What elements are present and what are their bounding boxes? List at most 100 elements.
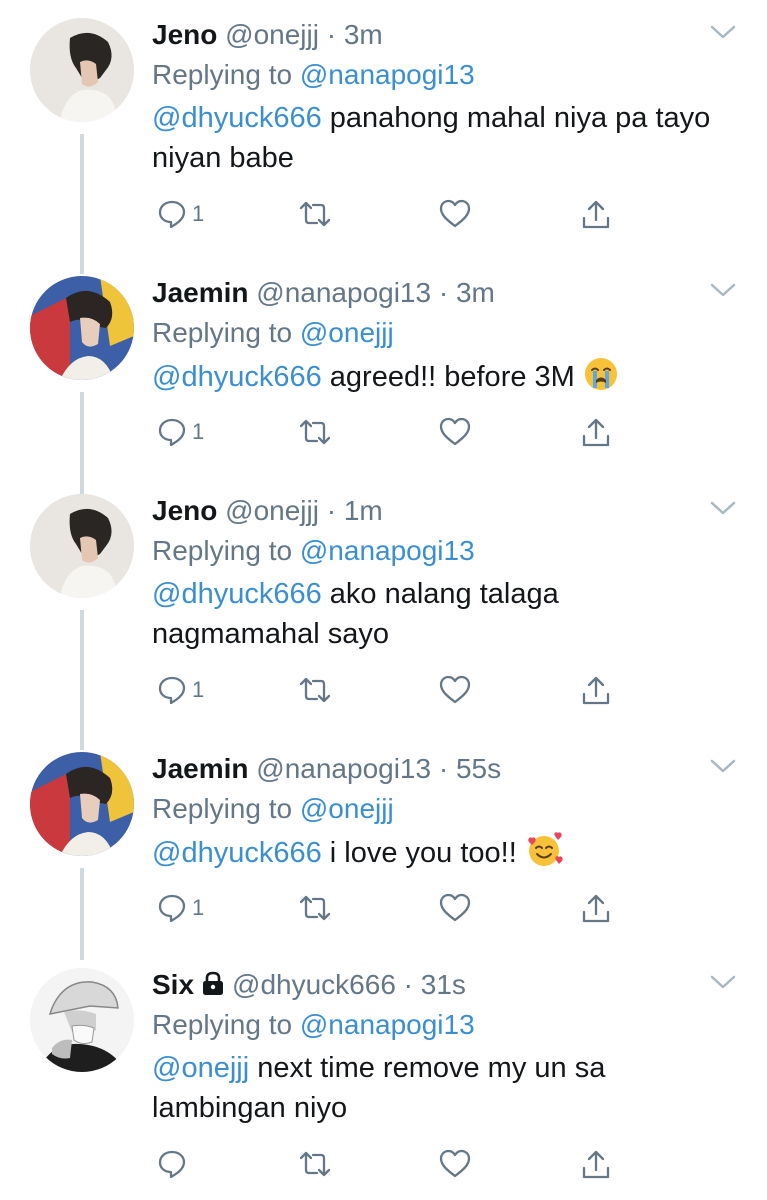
retweet-icon — [299, 201, 331, 227]
retweet-icon — [299, 895, 331, 921]
tweet-text: @dhyuck666 ako nalang talaga nagmamahal … — [152, 574, 712, 654]
reply-count: 1 — [192, 201, 205, 226]
reply-button[interactable] — [156, 1148, 188, 1180]
tweet[interactable]: Jeno @onejjj · 1m Replying to @nanapogi1… — [0, 494, 767, 750]
replying-prefix: Replying to — [152, 793, 293, 824]
tweet-text: @onejjj next time remove my un sa lambin… — [152, 1048, 712, 1128]
tweet-actions — [152, 1148, 622, 1188]
timestamp[interactable]: 3m — [456, 277, 495, 308]
retweet-button[interactable] — [297, 198, 333, 230]
tweet-header: Jaemin @nanapogi13 · 3m — [152, 276, 495, 310]
reply-button[interactable]: 1 — [156, 892, 204, 924]
thread-line — [80, 610, 84, 750]
retweet-button[interactable] — [297, 416, 333, 448]
share-button[interactable] — [580, 674, 612, 708]
reply-icon — [158, 200, 186, 229]
heart-icon — [439, 893, 471, 922]
tweet[interactable]: Jaemin @nanapogi13 · 55s Replying to @on… — [0, 752, 767, 972]
user-handle[interactable]: @onejjj — [225, 495, 319, 526]
share-button[interactable] — [580, 416, 612, 450]
heart-icon — [439, 675, 471, 704]
replying-to-link[interactable]: @nanapogi13 — [300, 1009, 475, 1040]
reply-count: 1 — [192, 895, 205, 920]
display-name[interactable]: Jeno — [152, 495, 217, 526]
tweet-actions: 1 — [152, 892, 622, 932]
reply-button[interactable]: 1 — [156, 416, 204, 448]
mention-link[interactable]: @dhyuck666 — [152, 578, 322, 610]
mention-link[interactable]: @dhyuck666 — [152, 837, 322, 869]
separator-dot: · — [431, 277, 456, 308]
retweet-button[interactable] — [297, 892, 333, 924]
avatar[interactable] — [30, 494, 134, 598]
like-button[interactable] — [438, 674, 472, 706]
reply-icon — [158, 1150, 186, 1179]
user-handle[interactable]: @onejjj — [225, 19, 319, 50]
avatar[interactable] — [30, 276, 134, 380]
replying-to: Replying to @nanapogi13 — [152, 1008, 475, 1042]
replying-to-link[interactable]: @onejjj — [300, 793, 394, 824]
retweet-icon — [299, 1151, 331, 1177]
share-button[interactable] — [580, 892, 612, 926]
display-name[interactable]: Jaemin — [152, 277, 249, 308]
thread-line — [80, 868, 84, 960]
mention-link[interactable]: @onejjj — [152, 1052, 249, 1084]
mention-link[interactable]: @dhyuck666 — [152, 361, 322, 393]
timestamp[interactable]: 55s — [456, 753, 501, 784]
replying-to-link[interactable]: @nanapogi13 — [300, 535, 475, 566]
avatar[interactable] — [30, 752, 134, 856]
chevron-down-icon[interactable] — [709, 22, 737, 42]
lock-icon — [203, 971, 224, 995]
heart-icon — [439, 199, 471, 228]
replying-to: Replying to @onejjj — [152, 316, 394, 350]
loudly-crying-face-icon — [583, 356, 619, 403]
like-button[interactable] — [438, 892, 472, 924]
share-button[interactable] — [580, 198, 612, 232]
tweet-text: @dhyuck666 agreed!! before 3M — [152, 356, 712, 403]
reply-button[interactable]: 1 — [156, 674, 204, 706]
user-handle[interactable]: @dhyuck666 — [232, 969, 396, 1000]
timestamp[interactable]: 3m — [344, 19, 383, 50]
tweet-text: @dhyuck666 i love you too!! — [152, 832, 712, 879]
tweet[interactable]: Jeno @onejjj · 3m Replying to @nanapogi1… — [0, 18, 767, 274]
chevron-down-icon[interactable] — [709, 972, 737, 992]
retweet-button[interactable] — [297, 1148, 333, 1180]
share-button[interactable] — [580, 1148, 612, 1182]
display-name[interactable]: Jeno — [152, 19, 217, 50]
chevron-down-icon[interactable] — [709, 280, 737, 300]
user-handle[interactable]: @nanapogi13 — [256, 753, 431, 784]
like-button[interactable] — [438, 198, 472, 230]
retweet-icon — [299, 419, 331, 445]
timestamp[interactable]: 31s — [421, 969, 466, 1000]
reply-count: 1 — [192, 419, 205, 444]
user-handle[interactable]: @nanapogi13 — [256, 277, 431, 308]
share-icon — [582, 418, 610, 447]
retweet-button[interactable] — [297, 674, 333, 706]
replying-to: Replying to @nanapogi13 — [152, 58, 475, 92]
chevron-down-icon[interactable] — [709, 756, 737, 776]
share-icon — [582, 676, 610, 705]
reply-button[interactable]: 1 — [156, 198, 204, 230]
display-name[interactable]: Six — [152, 969, 194, 1000]
tweet[interactable]: Six @dhyuck666 · 31s Replying to @nanapog… — [0, 968, 767, 1200]
separator-dot: · — [431, 753, 456, 784]
replying-to-link[interactable]: @nanapogi13 — [300, 59, 475, 90]
tweet-text: @dhyuck666 panahong mahal niya pa tayo n… — [152, 98, 712, 178]
like-button[interactable] — [438, 416, 472, 448]
tweet[interactable]: Jaemin @nanapogi13 · 3m Replying to @one… — [0, 276, 767, 512]
avatar[interactable] — [30, 968, 134, 1072]
share-icon — [582, 894, 610, 923]
chevron-down-icon[interactable] — [709, 498, 737, 518]
timestamp[interactable]: 1m — [344, 495, 383, 526]
heart-icon — [439, 417, 471, 446]
tweet-header: Jeno @onejjj · 1m — [152, 494, 383, 528]
heart-icon — [439, 1149, 471, 1178]
tweet-actions: 1 — [152, 198, 622, 238]
avatar[interactable] — [30, 18, 134, 122]
display-name[interactable]: Jaemin — [152, 753, 249, 784]
like-button[interactable] — [438, 1148, 472, 1180]
replying-to-link[interactable]: @onejjj — [300, 317, 394, 348]
mention-link[interactable]: @dhyuck666 — [152, 102, 322, 134]
tweet-header: Jeno @onejjj · 3m — [152, 18, 383, 52]
replying-to: Replying to @onejjj — [152, 792, 394, 826]
smiling-face-with-hearts-icon — [525, 832, 563, 879]
